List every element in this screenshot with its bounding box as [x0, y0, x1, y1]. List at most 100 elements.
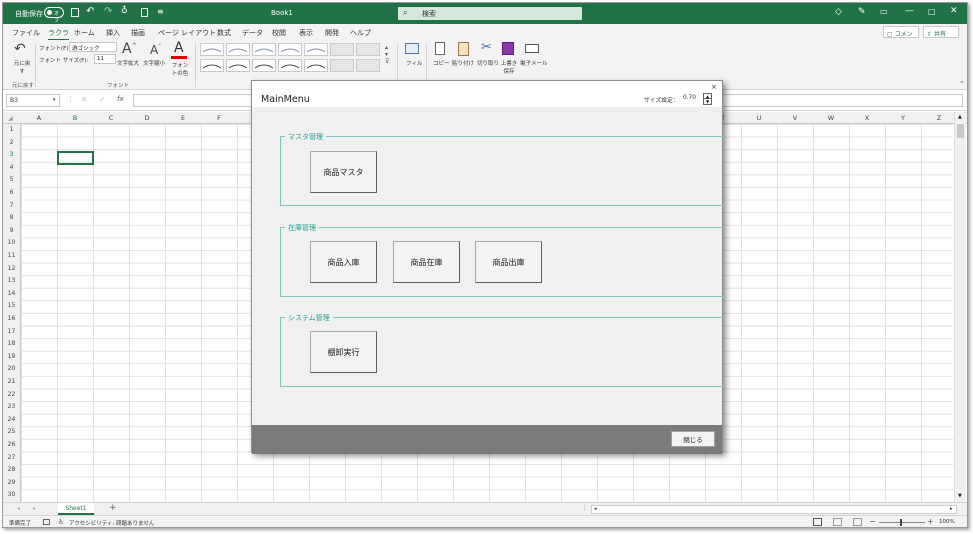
- autosave-toggle[interactable]: オフ: [44, 7, 64, 24]
- cancel-icon[interactable]: ✕: [81, 95, 88, 104]
- scroll-down-icon[interactable]: ▼: [958, 493, 962, 499]
- size-spin-button[interactable]: ▲ ▼: [703, 93, 712, 105]
- style-gallery-item[interactable]: [200, 43, 224, 56]
- paste-icon[interactable]: [458, 42, 469, 56]
- accessibility-status[interactable]: アクセシビリティ: 問題ありません: [69, 519, 154, 527]
- insert-function-icon[interactable]: fx: [117, 95, 124, 103]
- tab-review[interactable]: 校閲: [272, 28, 286, 38]
- font-size-select[interactable]: 11: [94, 54, 116, 64]
- style-gallery-item[interactable]: [330, 59, 354, 72]
- comment-button[interactable]: ▢ コメント: [883, 26, 919, 47]
- row-header[interactable]: 11: [3, 252, 20, 259]
- scroll-left-icon[interactable]: ◂: [594, 506, 597, 512]
- tab-data[interactable]: データ: [242, 28, 263, 38]
- gallery-scroll-icon[interactable]: ▴ ▾ ⊽: [385, 44, 389, 65]
- print-preview-icon[interactable]: [141, 8, 148, 17]
- style-gallery-item[interactable]: [226, 59, 250, 72]
- style-gallery-item[interactable]: [252, 43, 276, 56]
- column-header[interactable]: V: [777, 114, 813, 122]
- close-button[interactable]: 閉じる: [671, 431, 715, 447]
- row-header[interactable]: 12: [3, 265, 20, 272]
- diamond-icon[interactable]: ◇: [835, 7, 842, 17]
- share-button[interactable]: ⇧ 共有: [923, 26, 959, 38]
- column-header[interactable]: U: [741, 114, 777, 122]
- row-header[interactable]: 17: [3, 328, 20, 335]
- column-header[interactable]: X: [849, 114, 885, 122]
- minimize-icon[interactable]: —: [905, 6, 914, 16]
- customize-qat-icon[interactable]: ≡: [157, 7, 164, 16]
- row-header[interactable]: 23: [3, 403, 20, 410]
- row-header[interactable]: 22: [3, 391, 20, 398]
- add-sheet-icon[interactable]: +: [109, 503, 117, 513]
- zoom-slider-thumb[interactable]: [900, 519, 902, 526]
- row-header[interactable]: 5: [3, 176, 20, 183]
- product-stock-button[interactable]: 商品在庫: [393, 241, 460, 283]
- style-gallery-item[interactable]: [356, 59, 380, 72]
- font-grow-icon[interactable]: A^: [122, 41, 137, 57]
- column-header[interactable]: C: [93, 114, 129, 122]
- zoom-in-icon[interactable]: +: [927, 517, 934, 526]
- column-header[interactable]: Y: [885, 114, 921, 122]
- maximize-icon[interactable]: □: [928, 7, 936, 16]
- filter-icon[interactable]: [405, 43, 419, 54]
- row-header[interactable]: 3: [3, 151, 20, 158]
- style-gallery-item[interactable]: [278, 43, 302, 56]
- redo-icon[interactable]: ↷: [104, 6, 112, 17]
- style-gallery-item[interactable]: [356, 43, 380, 56]
- undo-icon[interactable]: ↶: [86, 6, 94, 17]
- collapse-ribbon-icon[interactable]: ⌃: [959, 80, 965, 88]
- tab-home[interactable]: ホーム: [74, 28, 95, 38]
- zoom-slider[interactable]: [879, 522, 925, 523]
- tab-view[interactable]: 表示: [299, 28, 313, 38]
- cut-icon[interactable]: ✂: [481, 40, 492, 55]
- tab-formulas[interactable]: 数式: [217, 28, 231, 38]
- scroll-up-icon[interactable]: ▲: [958, 114, 962, 120]
- selected-cell[interactable]: [57, 151, 94, 165]
- style-gallery-item[interactable]: [226, 43, 250, 56]
- row-header[interactable]: 7: [3, 202, 20, 209]
- close-icon[interactable]: ✕: [950, 6, 958, 16]
- tab-developer[interactable]: 開発: [325, 28, 339, 38]
- pen-icon[interactable]: ✎: [858, 7, 866, 17]
- row-header[interactable]: 8: [3, 214, 20, 221]
- column-header[interactable]: Z: [921, 114, 957, 122]
- name-box[interactable]: B3 ▾: [6, 94, 60, 107]
- macro-record-icon[interactable]: [43, 519, 50, 525]
- row-header[interactable]: 26: [3, 441, 20, 448]
- row-header[interactable]: 24: [3, 416, 20, 423]
- touch-mode-icon[interactable]: ♁: [121, 6, 128, 16]
- tab-page-layout[interactable]: ページ レイアウト: [158, 28, 216, 38]
- column-header[interactable]: F: [201, 114, 237, 122]
- tab-draw[interactable]: 描画: [131, 28, 145, 38]
- style-gallery-item[interactable]: [252, 59, 276, 72]
- row-header[interactable]: 16: [3, 315, 20, 322]
- page-layout-view-icon[interactable]: [833, 518, 842, 526]
- row-header[interactable]: 27: [3, 454, 20, 461]
- style-gallery-item[interactable]: [278, 59, 302, 72]
- enter-icon[interactable]: ✓: [99, 95, 106, 104]
- save-icon[interactable]: [71, 8, 79, 17]
- row-header[interactable]: 19: [3, 353, 20, 360]
- mail-icon[interactable]: [525, 44, 539, 53]
- row-header[interactable]: 10: [3, 239, 20, 246]
- zoom-out-icon[interactable]: −: [869, 517, 876, 526]
- spin-down-icon[interactable]: ▼: [704, 99, 711, 104]
- row-header[interactable]: 29: [3, 479, 20, 486]
- row-header[interactable]: 6: [3, 189, 20, 196]
- tab-help[interactable]: ヘルプ: [350, 28, 371, 38]
- column-header[interactable]: E: [165, 114, 201, 122]
- row-header[interactable]: 20: [3, 365, 20, 372]
- ribbon-display-icon[interactable]: ▭: [880, 7, 888, 16]
- column-header[interactable]: A: [21, 114, 57, 122]
- horizontal-scrollbar[interactable]: ◂ ▸: [591, 505, 957, 514]
- sheet-tab[interactable]: Sheet1: [58, 503, 94, 515]
- stocktake-run-button[interactable]: 棚卸実行: [310, 331, 377, 373]
- row-header[interactable]: 25: [3, 428, 20, 435]
- scroll-thumb[interactable]: [957, 124, 964, 138]
- row-header[interactable]: 14: [3, 290, 20, 297]
- dialog-close-icon[interactable]: ×: [711, 83, 717, 91]
- tab-insert[interactable]: 挿入: [106, 28, 120, 38]
- product-master-button[interactable]: 商品マスタ: [310, 151, 377, 193]
- save-large-icon[interactable]: [502, 42, 514, 55]
- row-header[interactable]: 18: [3, 340, 20, 347]
